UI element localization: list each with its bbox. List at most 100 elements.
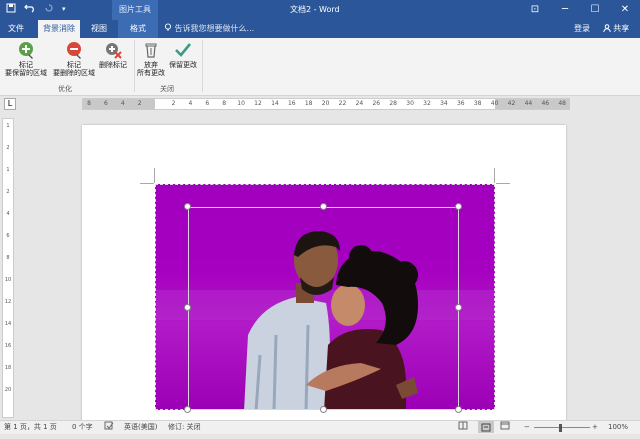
vertical-ruler[interactable]: 1 2 1 2 4 6 8 10 12 14 16 18 20 bbox=[2, 118, 14, 418]
resize-handle-left[interactable] bbox=[184, 304, 191, 311]
vruler-tick: 8 bbox=[6, 255, 10, 261]
ruler-tick: 48 bbox=[558, 100, 566, 107]
minus-marker-icon bbox=[67, 42, 81, 59]
tab-view[interactable]: 视图 bbox=[86, 20, 112, 38]
delete-mark-label: 删除标记 bbox=[99, 61, 127, 69]
mark-keep-line2: 要保留的区域 bbox=[5, 69, 47, 77]
zoom-in-button[interactable]: + bbox=[592, 421, 598, 434]
ruler-tick: 6 bbox=[103, 100, 108, 107]
ruler-tick: 2 bbox=[171, 100, 176, 107]
vertical-scrollbar[interactable] bbox=[630, 112, 640, 420]
ribbon-display-button[interactable]: ⊡ bbox=[520, 0, 550, 20]
ruler-tick: 16 bbox=[287, 100, 296, 107]
close-button[interactable]: ✕ bbox=[610, 0, 640, 20]
ruler-tick: 20 bbox=[321, 100, 330, 107]
ruler-tick: 14 bbox=[271, 100, 279, 107]
crop-mark bbox=[496, 183, 510, 184]
zoom-out-button[interactable]: − bbox=[524, 421, 530, 434]
plus-marker-icon bbox=[19, 42, 33, 59]
resize-handle-top[interactable] bbox=[320, 203, 327, 210]
status-bar: 第 1 页，共 1 页 0 个字 英语(美国) 修订: 关闭 − + 100% bbox=[0, 420, 640, 434]
vruler-tick: 6 bbox=[6, 233, 10, 239]
mark-areas-to-remove-button[interactable]: 标记 要删除的区域 bbox=[50, 40, 98, 77]
mark-keep-line1: 标记 bbox=[19, 61, 33, 69]
tab-background-removal[interactable]: 背景消除 bbox=[38, 20, 80, 38]
discard-all-changes-button[interactable]: 放弃 所有更改 bbox=[135, 40, 167, 77]
tab-selector-button[interactable]: L bbox=[4, 98, 16, 110]
maximize-button[interactable]: ☐ bbox=[580, 0, 610, 20]
ruler-tick: 4 bbox=[188, 100, 193, 107]
ruler-tick: 40 bbox=[490, 100, 499, 107]
web-layout-icon[interactable] bbox=[500, 421, 510, 434]
group-label-close: 关闭 bbox=[160, 85, 174, 93]
group-separator bbox=[202, 40, 203, 92]
zoom-slider[interactable] bbox=[534, 427, 590, 428]
keep-changes-label: 保留更改 bbox=[169, 61, 197, 69]
customize-qa-icon[interactable]: ▾ bbox=[62, 3, 66, 16]
vruler-tick: 10 bbox=[4, 277, 12, 283]
delete-marker-icon bbox=[106, 43, 122, 59]
trash-icon bbox=[145, 43, 157, 58]
document-title: 文档2 - Word bbox=[290, 5, 340, 14]
crop-mark bbox=[140, 183, 154, 184]
ruler-tick: 6 bbox=[205, 100, 210, 107]
tell-me-box[interactable]: 告诉我您想要做什么... bbox=[164, 20, 254, 38]
undo-icon[interactable] bbox=[24, 3, 36, 16]
tab-file[interactable]: 文件 bbox=[4, 20, 28, 38]
tab-format[interactable]: 格式 bbox=[118, 20, 158, 38]
vruler-tick: 1 bbox=[6, 167, 10, 173]
language-indicator[interactable]: 英语(美国) bbox=[124, 421, 157, 434]
resize-handle-bottom[interactable] bbox=[320, 406, 327, 413]
zoom-slider-thumb[interactable] bbox=[559, 424, 562, 432]
vruler-tick: 12 bbox=[4, 299, 12, 305]
tell-me-text: 告诉我您想要做什么... bbox=[174, 24, 255, 33]
ruler-tick: 24 bbox=[355, 100, 364, 107]
ruler-tick: 30 bbox=[406, 100, 414, 107]
page-count[interactable]: 第 1 页，共 1 页 bbox=[4, 421, 57, 434]
ruler-tick: 44 bbox=[524, 100, 533, 107]
redo-icon[interactable] bbox=[44, 3, 54, 16]
mark-areas-to-keep-button[interactable]: 标记 要保留的区域 bbox=[4, 40, 48, 77]
zoom-level[interactable]: 100% bbox=[608, 421, 628, 434]
vruler-tick: 4 bbox=[6, 211, 10, 217]
track-changes-status[interactable]: 修订: 关闭 bbox=[168, 421, 201, 434]
word-count[interactable]: 0 个字 bbox=[72, 421, 93, 434]
ruler-tick: 4 bbox=[120, 100, 125, 107]
lightbulb-icon bbox=[164, 23, 175, 33]
horizontal-ruler[interactable]: 8 6 4 2 2 4 6 8 10 12 14 16 18 20 22 24 26 28 30 32 34 36 38 40… bbox=[82, 98, 570, 110]
ruler-tick: 2 bbox=[137, 100, 142, 107]
vruler-tick: 2 bbox=[6, 145, 10, 151]
vruler-tick: 2 bbox=[6, 189, 10, 195]
share-button[interactable]: 共享 bbox=[596, 22, 636, 36]
ruler-tick: 34 bbox=[440, 100, 448, 107]
resize-handle-top-right[interactable] bbox=[455, 203, 462, 210]
sign-in-link[interactable]: 登录 bbox=[574, 20, 590, 38]
person-icon bbox=[603, 24, 614, 33]
resize-handle-bottom-right[interactable] bbox=[455, 406, 462, 413]
picture-tools-label: 图片工具 bbox=[112, 0, 158, 20]
ruler-tick: 26 bbox=[372, 100, 381, 107]
print-layout-icon[interactable] bbox=[478, 421, 494, 433]
ruler-tick: 18 bbox=[304, 100, 313, 107]
resize-handle-bottom-left[interactable] bbox=[184, 406, 191, 413]
checkmark-icon bbox=[175, 43, 192, 57]
minimize-button[interactable]: ─ bbox=[550, 0, 580, 20]
crop-mark bbox=[154, 168, 155, 183]
save-icon[interactable] bbox=[6, 3, 16, 16]
proofing-icon[interactable] bbox=[104, 421, 114, 434]
mark-remove-line2: 要删除的区域 bbox=[53, 69, 95, 77]
keep-changes-button[interactable]: 保留更改 bbox=[166, 40, 200, 69]
ruler-tick: 42 bbox=[507, 100, 516, 107]
keep-area-selection[interactable] bbox=[188, 207, 459, 410]
resize-handle-right[interactable] bbox=[455, 304, 462, 311]
delete-mark-button[interactable]: 删除标记 bbox=[96, 40, 130, 69]
read-mode-icon[interactable] bbox=[458, 421, 468, 434]
quick-access-toolbar: ▾ bbox=[6, 3, 66, 16]
resize-handle-top-left[interactable] bbox=[184, 203, 191, 210]
crop-mark bbox=[494, 168, 495, 183]
vruler-tick: 18 bbox=[4, 365, 12, 371]
title-bar: ▾ 图片工具 文档2 - Word ⊡ ─ ☐ ✕ bbox=[0, 0, 640, 20]
ruler-tick: 36 bbox=[456, 100, 465, 107]
ruler-tick: 10 bbox=[237, 100, 245, 107]
ruler-tick: 22 bbox=[338, 100, 347, 107]
